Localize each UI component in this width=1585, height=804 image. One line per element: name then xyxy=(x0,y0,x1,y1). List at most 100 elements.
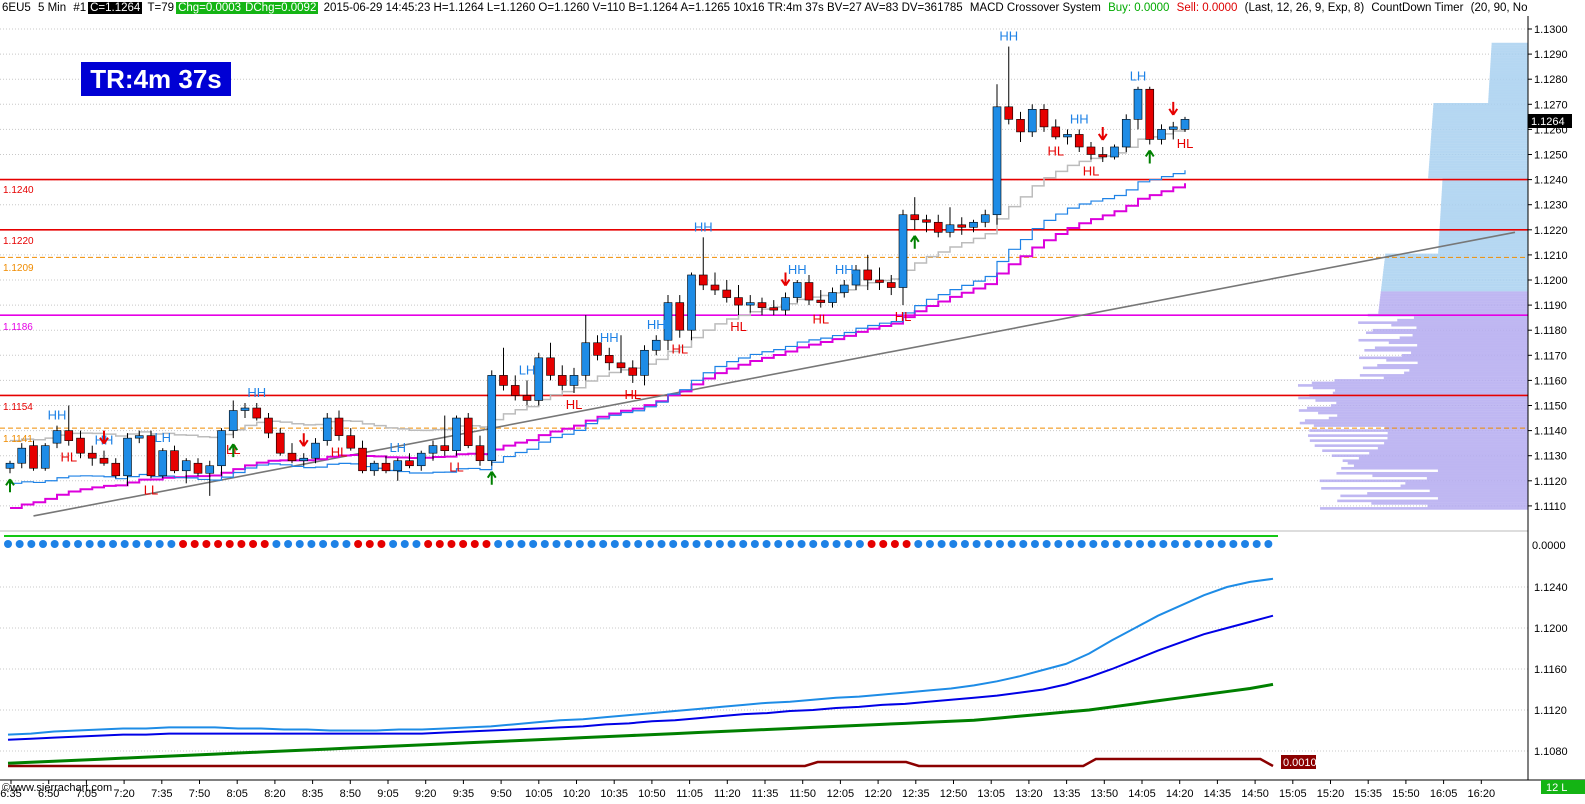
swing-label: HL xyxy=(812,312,829,327)
profile-bar xyxy=(1381,283,1528,287)
macd-dot xyxy=(424,540,433,548)
macd-dot xyxy=(272,540,281,548)
profile-bar xyxy=(1490,67,1528,71)
time-tick-label: 16:20 xyxy=(1468,788,1496,800)
candle-body xyxy=(922,219,931,223)
macd-dot xyxy=(1054,540,1063,548)
candle-body xyxy=(675,302,685,331)
candle-body xyxy=(405,460,414,467)
macd-dot xyxy=(249,540,258,548)
macd-dot xyxy=(120,540,129,548)
candle-body xyxy=(863,269,873,281)
candle-body xyxy=(828,292,837,303)
profile-bar xyxy=(1431,125,1528,129)
candle-body xyxy=(1051,126,1061,138)
profile-bar xyxy=(1432,115,1528,119)
candle-body xyxy=(1121,119,1131,148)
profile-bar xyxy=(1433,108,1528,111)
close-value: C=1.1264 xyxy=(88,2,143,14)
macd-dot xyxy=(645,540,654,548)
price-tick-label: 1.1270 xyxy=(1534,99,1568,111)
profile-bar xyxy=(1412,333,1528,337)
profile-bar xyxy=(1431,130,1528,134)
candle-body xyxy=(557,375,567,386)
macd-dot xyxy=(85,540,94,548)
trend-line xyxy=(33,231,1516,517)
profile-bar xyxy=(1377,364,1528,367)
time-tick-label: 9:50 xyxy=(490,788,511,800)
macd-dot xyxy=(1217,540,1226,548)
profile-bar xyxy=(1488,100,1528,104)
profile-bar xyxy=(1384,261,1528,264)
profile-bar xyxy=(1441,198,1528,201)
timer-box: TR:4m 37s xyxy=(81,62,231,96)
profile-bar xyxy=(1429,153,1528,156)
time-tick-label: 7:20 xyxy=(113,788,134,800)
profile-bar xyxy=(1488,95,1528,99)
profile-bar xyxy=(1431,123,1528,126)
profile-bar xyxy=(1491,52,1528,56)
bar-info: 2015-06-29 14:45:23 H=1.1264 L=1.1260 O=… xyxy=(323,2,963,14)
macd-dot xyxy=(62,540,71,548)
profile-bar xyxy=(1298,409,1528,412)
profile-bar xyxy=(1384,441,1528,445)
candle-body xyxy=(1039,109,1049,128)
macd-dot xyxy=(202,540,211,548)
time-tick-label: 10:05 xyxy=(525,788,553,800)
time-tick-label: 14:20 xyxy=(1166,788,1194,800)
profile-bar xyxy=(1330,404,1528,407)
macd-dot xyxy=(1241,540,1250,548)
site-watermark: ©www.sierrachart.com xyxy=(2,782,112,794)
swing-label: LH xyxy=(154,430,171,445)
macd-dot xyxy=(459,540,468,548)
macd-dot xyxy=(855,540,864,548)
profile-bar xyxy=(1488,90,1528,94)
profile-bar xyxy=(1381,286,1528,289)
candle-body xyxy=(910,214,920,221)
macd-dot xyxy=(902,540,911,548)
profile-bar xyxy=(1488,97,1528,101)
candle-body xyxy=(99,457,109,464)
vwap-line xyxy=(10,127,1186,442)
macd-dot xyxy=(820,540,829,548)
candle-body xyxy=(534,357,544,401)
macd-dot xyxy=(179,540,188,548)
chart-canvas[interactable]: HHHHHLLLLHLLHHHL LHLLLHHLHHHLHHHLHHHLHHHL… xyxy=(0,0,1585,804)
profile-bar xyxy=(1382,273,1528,277)
profile-bar xyxy=(1335,389,1528,392)
macd-dot xyxy=(925,540,934,548)
profile-bar xyxy=(1391,323,1528,327)
candle-body xyxy=(76,437,85,454)
macd-dot xyxy=(109,540,118,548)
swing-label: LL xyxy=(449,460,463,475)
candle-body xyxy=(228,410,238,431)
macd-dot xyxy=(599,540,608,548)
candle-body xyxy=(933,221,943,233)
macd-dot xyxy=(1030,540,1039,548)
profile-bar xyxy=(1490,57,1528,61)
macd-dot xyxy=(377,540,386,548)
macd-dot xyxy=(1042,540,1051,548)
price-tick-label: 1.1290 xyxy=(1534,49,1568,61)
swing-label: HH xyxy=(647,317,666,332)
price-tick-label: 1.1120 xyxy=(1534,476,1567,488)
profile-bar xyxy=(1490,55,1528,58)
candle-body xyxy=(358,447,367,472)
tick-count: T=79 xyxy=(147,2,175,14)
profile-bar xyxy=(1431,128,1528,131)
profile-bar xyxy=(1440,218,1528,222)
price-tick-label: 1.1190 xyxy=(1534,300,1567,312)
candle-body xyxy=(710,284,720,291)
profile-bar xyxy=(1298,384,1528,387)
profile-bar xyxy=(1336,401,1528,405)
candle-body xyxy=(111,462,121,477)
indicator-tick-label: 1.1240 xyxy=(1534,582,1568,594)
swing-annotations: HHHHHLLLLHLLHHHL LHLLLHHLHHHLHHHLHHHLHHHL… xyxy=(5,29,1193,497)
macd-dot xyxy=(1194,540,1203,548)
macd-dot xyxy=(284,540,293,548)
profile-bar xyxy=(1430,145,1528,149)
profile-bar xyxy=(1417,361,1528,365)
profile-bar xyxy=(1367,492,1528,495)
profile-bar xyxy=(1429,158,1528,161)
swing-label: HH xyxy=(999,29,1018,44)
